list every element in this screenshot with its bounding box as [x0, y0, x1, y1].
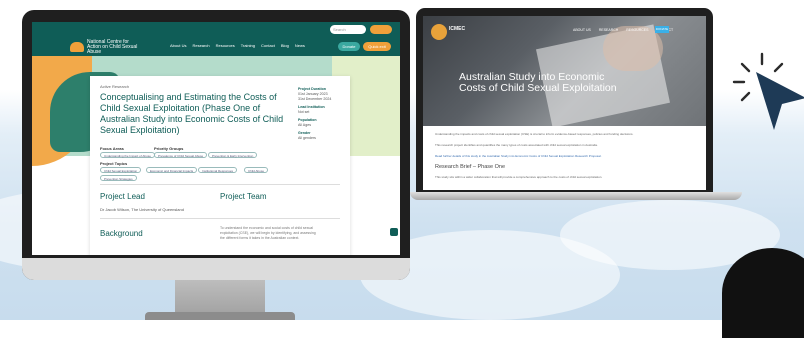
project-team-heading: Project Team: [220, 192, 267, 201]
intro-paragraph: This research project identifies and qua…: [435, 143, 598, 147]
laptop-hero: ICMEC ABOUT US RESEARCH RESOURCES CONTAC…: [423, 16, 706, 128]
desktop-monitor: Search National Centre for Action on Chi…: [22, 10, 410, 280]
project-lead-name: Dr Jacob Wilson, The University of Queen…: [100, 207, 184, 212]
monitor-stand-base: [145, 312, 295, 320]
nav-link[interactable]: Contact: [261, 43, 275, 48]
hero-photo-hand: [603, 26, 663, 71]
cursor-arrow-icon: [756, 72, 804, 130]
tag[interactable]: Child Abuse: [244, 167, 269, 173]
project-lead-heading: Project Lead: [100, 192, 145, 201]
laptop-body: Understanding the impacts and costs of c…: [423, 126, 706, 190]
nav-link[interactable]: Resources: [216, 43, 235, 48]
tag[interactable]: Understanding the Impact of Abuse: [100, 152, 155, 158]
brand-name[interactable]: ICMEC: [449, 26, 465, 32]
logo-text: National Centre for Action on Child Sexu…: [87, 38, 138, 55]
nav-link[interactable]: Research: [192, 43, 209, 48]
gender-value: All genders: [298, 136, 316, 140]
nav-links: About Us Research Resources Training Con…: [170, 43, 305, 48]
site-nav: National Centre for Action on Child Sexu…: [32, 38, 400, 56]
nav-link[interactable]: About Us: [170, 43, 186, 48]
project-topics-label: Project Topics: [100, 161, 128, 166]
proposal-link[interactable]: Read further details of this study in th…: [435, 154, 690, 159]
site-logo[interactable]: National Centre for Action on Child Sexu…: [70, 38, 139, 55]
site-topbar: Search: [32, 22, 400, 38]
top-button[interactable]: [370, 25, 392, 34]
laptop-base: [410, 192, 742, 200]
divider: [100, 218, 340, 219]
page-title: Conceptualising and Estimating the Costs…: [100, 92, 284, 135]
search-input[interactable]: Search: [330, 25, 366, 34]
quick-exit-button[interactable]: Quick exit: [363, 42, 391, 51]
tag[interactable]: Economic and Financial Impacts: [146, 167, 198, 173]
background-heading: Background: [100, 229, 143, 238]
scroll-top-button[interactable]: [390, 228, 398, 236]
research-brief-text: This study sits within a wider collabora…: [435, 175, 603, 179]
nav-link[interactable]: RESEARCH: [599, 28, 618, 32]
tag[interactable]: Prevalence of Child Sexual Abuse: [154, 152, 208, 158]
focus-areas-label: Focus Areas: [100, 146, 124, 151]
laptop: ICMEC ABOUT US RESEARCH RESOURCES CONTAC…: [416, 8, 713, 192]
priority-groups-label: Priority Groups: [154, 146, 184, 151]
project-card: Active Research Conceptualising and Esti…: [90, 76, 350, 255]
person-silhouette: [722, 248, 804, 338]
breadcrumb[interactable]: Active Research: [100, 84, 129, 89]
research-brief-heading: Research Brief – Phase One: [435, 164, 506, 170]
donate-button[interactable]: Donate: [338, 42, 360, 51]
hero-title: Australian Study into Economic Costs of …: [459, 71, 617, 94]
icmec-logo-icon[interactable]: [431, 24, 447, 40]
population-value: All Ages: [298, 123, 311, 127]
intro-paragraph: Understanding the impacts and costs of c…: [435, 132, 634, 136]
duration-end: 31st December 2024: [298, 97, 332, 101]
tag[interactable]: Prevention Strategies: [100, 175, 137, 181]
nav-link[interactable]: ABOUT US: [573, 28, 591, 32]
nav-link[interactable]: Training: [241, 43, 255, 48]
tag[interactable]: Child Sexual Exploitation: [100, 167, 142, 173]
divider: [100, 184, 340, 185]
background-text: To understand the economic and social co…: [220, 226, 316, 240]
tag[interactable]: Prevention & Early Intervention: [208, 152, 258, 158]
tag[interactable]: Institutional Responses: [198, 167, 238, 173]
logo-mark-icon: [70, 42, 84, 52]
lead-institution-value: Not set: [298, 110, 310, 114]
nav-link[interactable]: RESOURCES: [626, 28, 648, 32]
donate-button[interactable]: DONATE: [655, 26, 669, 33]
monitor-chin: [22, 258, 410, 280]
desktop-screen: Search National Centre for Action on Chi…: [32, 22, 400, 255]
nav-link[interactable]: News: [295, 43, 305, 48]
nav-link[interactable]: Blog: [281, 43, 289, 48]
laptop-screen: ICMEC ABOUT US RESEARCH RESOURCES CONTAC…: [423, 16, 706, 190]
project-meta-sidebar: Project Duration 01st January 2023 31st …: [298, 84, 346, 141]
